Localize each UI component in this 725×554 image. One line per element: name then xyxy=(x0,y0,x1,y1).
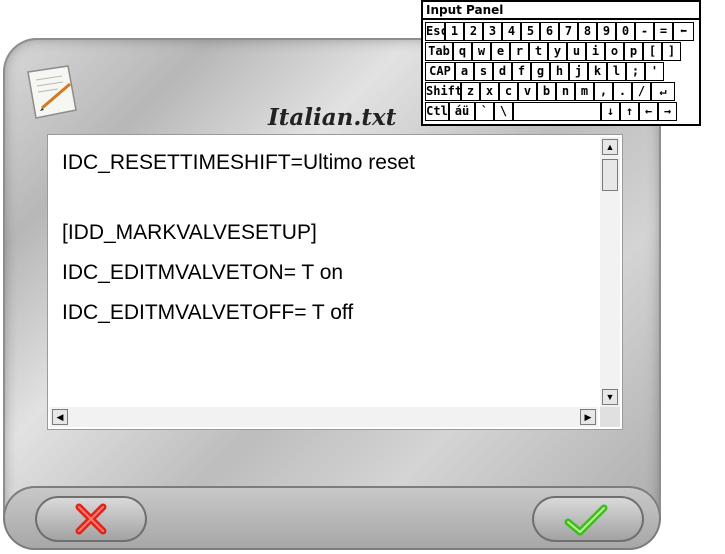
key-j[interactable]: j xyxy=(569,62,588,81)
text-line: IDC_EDITMVALVETON= T on xyxy=(62,261,344,284)
key-space[interactable] xyxy=(513,102,601,121)
key-7[interactable]: 7 xyxy=(559,22,578,41)
key-0[interactable]: 0 xyxy=(616,22,635,41)
key-u[interactable]: u xyxy=(567,42,586,61)
input-panel[interactable]: Input Panel Esc1234567890-=⬅Tabqwertyuio… xyxy=(421,0,701,126)
key-e[interactable]: e xyxy=(491,42,510,61)
keyboard-row: Shift z x c v b n m,. / ↵ xyxy=(425,82,697,102)
scroll-up-button[interactable]: ▲ xyxy=(602,139,618,155)
key-5[interactable]: 5 xyxy=(521,22,540,41)
key-k[interactable]: k xyxy=(588,62,607,81)
key-,[interactable]: , xyxy=(594,82,613,101)
key-z[interactable]: z xyxy=(461,82,480,101)
key-p[interactable]: p xyxy=(624,42,643,61)
key-.[interactable]: . xyxy=(613,82,632,101)
key-6[interactable]: 6 xyxy=(540,22,559,41)
key-g[interactable]: g xyxy=(531,62,550,81)
keyboard: Esc1234567890-=⬅Tabqwertyuiop[]CAPasdfgh… xyxy=(425,22,697,122)
key-/[interactable]: / xyxy=(632,82,651,101)
horizontal-scrollbar[interactable]: ◀ ▶ xyxy=(50,407,598,427)
key-4[interactable]: 4 xyxy=(502,22,521,41)
key-n[interactable]: n xyxy=(556,82,575,101)
key-v[interactable]: v xyxy=(518,82,537,101)
key-[[interactable]: [ xyxy=(643,42,662,61)
key-CAP[interactable]: CAP xyxy=(425,62,455,81)
key-9[interactable]: 9 xyxy=(597,22,616,41)
document-icon xyxy=(22,64,84,124)
text-line: IDC_EDITMVALVETOFF= T off xyxy=(62,301,354,324)
key-y[interactable]: y xyxy=(548,42,567,61)
ok-button[interactable] xyxy=(532,496,644,542)
scrollbar-corner xyxy=(600,407,620,427)
text-line: IDC_RESETTIMESHIFT=Ultimo reset xyxy=(62,151,415,174)
key-r[interactable]: r xyxy=(510,42,529,61)
key-2[interactable]: 2 xyxy=(464,22,483,41)
keyboard-row: CAP a s d f g h j k l; ' xyxy=(425,62,697,82)
key-Tab[interactable]: Tab xyxy=(425,42,453,61)
key-s[interactable]: s xyxy=(474,62,493,81)
key-t[interactable]: t xyxy=(529,42,548,61)
key-1[interactable]: 1 xyxy=(445,22,464,41)
key-`[interactable]: ` xyxy=(475,102,494,121)
scroll-right-button[interactable]: ▶ xyxy=(580,409,596,425)
keyboard-row: Ctl áü ` \ ↓ ↑ ← → xyxy=(425,102,697,122)
key-3[interactable]: 3 xyxy=(483,22,502,41)
key-][interactable]: ] xyxy=(662,42,681,61)
key-f[interactable]: f xyxy=(512,62,531,81)
text-line: [IDD_MARKVALVESETUP] xyxy=(62,221,317,244)
key-=[interactable]: = xyxy=(654,22,673,41)
key-\[interactable]: \ xyxy=(494,102,513,121)
key-m[interactable]: m xyxy=(575,82,594,101)
key-i[interactable]: i xyxy=(586,42,605,61)
key-x[interactable]: x xyxy=(480,82,499,101)
window-title: Italian.txt xyxy=(268,104,397,131)
scroll-down-button[interactable]: ▼ xyxy=(602,389,618,405)
key-c[interactable]: c xyxy=(499,82,518,101)
key-h[interactable]: h xyxy=(550,62,569,81)
keyboard-row: Tab q w e r t y u i o p[] xyxy=(425,42,697,62)
cancel-button[interactable] xyxy=(35,496,147,542)
key-;[interactable]: ; xyxy=(626,62,645,81)
key-'[interactable]: ' xyxy=(645,62,664,81)
key-↓[interactable]: ↓ xyxy=(601,102,620,121)
scroll-left-button[interactable]: ◀ xyxy=(52,409,68,425)
key-q[interactable]: q xyxy=(453,42,472,61)
key-↵[interactable]: ↵ xyxy=(651,82,675,101)
key-b[interactable]: b xyxy=(537,82,556,101)
vertical-scroll-thumb[interactable] xyxy=(602,159,618,191)
input-panel-divider xyxy=(423,18,699,20)
key-w[interactable]: w xyxy=(472,42,491,61)
key-Esc[interactable]: Esc xyxy=(425,22,445,41)
key-8[interactable]: 8 xyxy=(578,22,597,41)
key-↑[interactable]: ↑ xyxy=(620,102,639,121)
vertical-scrollbar[interactable]: ▲ ▼ xyxy=(600,137,620,407)
keyboard-row: Esc1234567890-=⬅ xyxy=(425,22,697,42)
key-a[interactable]: a xyxy=(455,62,474,81)
key-Shift[interactable]: Shift xyxy=(425,82,461,101)
key-o[interactable]: o xyxy=(605,42,624,61)
key-⬅[interactable]: ⬅ xyxy=(673,22,694,41)
key-→[interactable]: → xyxy=(658,102,677,121)
key-l[interactable]: l xyxy=(607,62,626,81)
key--[interactable]: - xyxy=(635,22,654,41)
key-Ctl[interactable]: Ctl xyxy=(425,102,449,121)
key-←[interactable]: ← xyxy=(639,102,658,121)
key-áü[interactable]: áü xyxy=(449,102,475,121)
cancel-x-icon xyxy=(75,503,107,535)
ok-check-icon xyxy=(564,504,608,536)
key-d[interactable]: d xyxy=(493,62,512,81)
text-viewer[interactable]: IDC_RESETTIMESHIFT=Ultimo reset [IDD_MAR… xyxy=(47,134,623,430)
input-panel-title: Input Panel xyxy=(426,3,504,17)
